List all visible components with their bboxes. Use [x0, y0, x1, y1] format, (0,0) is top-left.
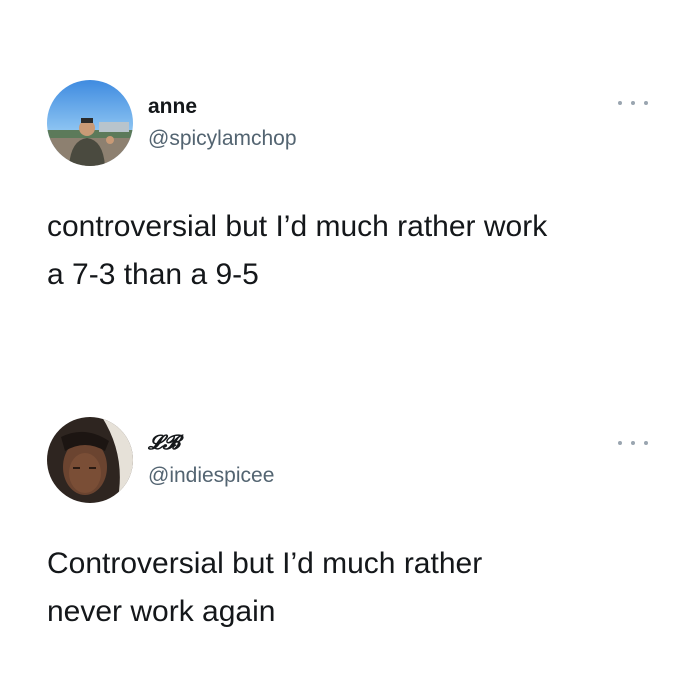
dot [644, 101, 648, 105]
avatar-photo [47, 80, 133, 166]
display-name[interactable]: anne [148, 95, 197, 119]
dot [618, 441, 622, 445]
tweet-text: Controversial but I’d much rather never … [47, 547, 483, 628]
tweet-1: anne @spicylamchop controversial but I’d… [0, 0, 700, 350]
avatar[interactable] [47, 417, 133, 503]
avatar-photo [47, 417, 133, 503]
display-name[interactable]: 𝓛𝓑 [148, 430, 180, 454]
avatar[interactable] [47, 80, 133, 166]
more-options-icon[interactable] [618, 98, 648, 108]
dot [644, 441, 648, 445]
dot [618, 101, 622, 105]
user-handle[interactable]: @spicylamchop [148, 127, 297, 151]
tweet-2: 𝓛𝓑 @indiespicee Controversial but I’d mu… [0, 380, 700, 700]
tweet-text: controversial but I’d much rather work a… [47, 210, 548, 291]
user-handle[interactable]: @indiespicee [148, 464, 274, 488]
more-options-icon[interactable] [618, 438, 648, 448]
dot [631, 101, 635, 105]
dot [631, 441, 635, 445]
